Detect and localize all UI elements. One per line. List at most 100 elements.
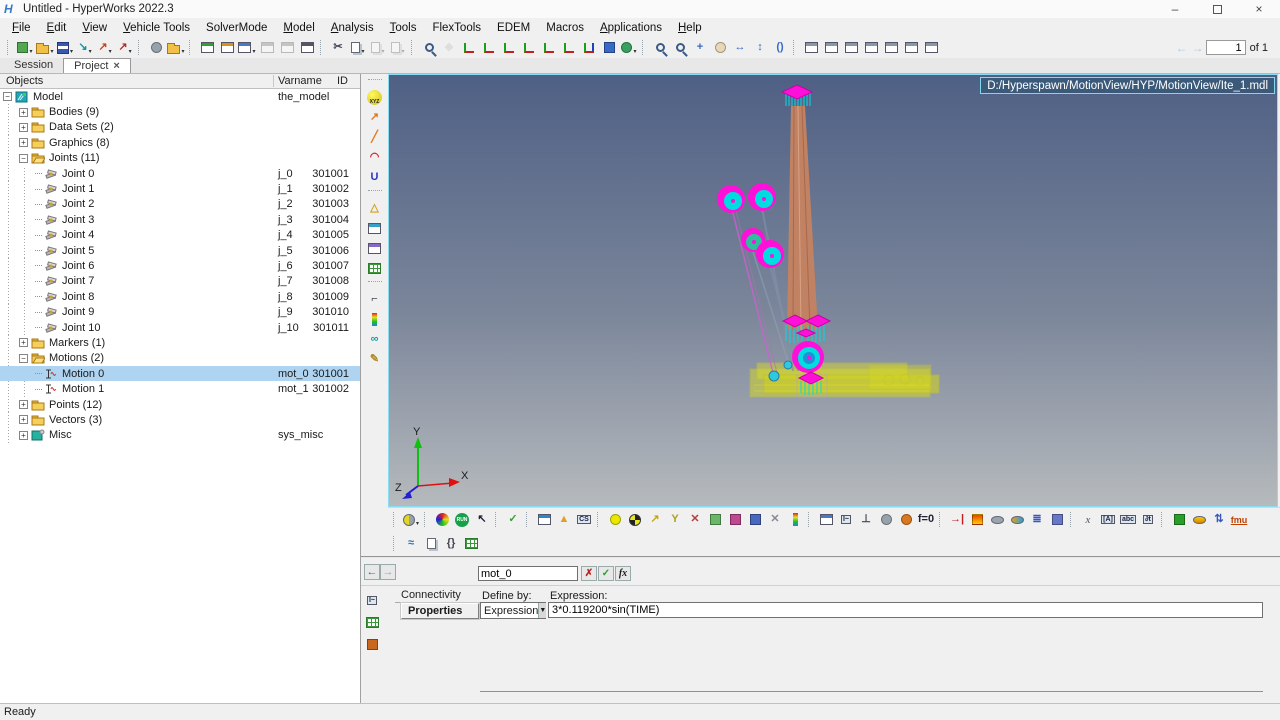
publish-ppt-icon-dropdown[interactable]: ▾ xyxy=(129,48,132,57)
tab-close-icon[interactable]: × xyxy=(113,60,119,72)
polyline-icon[interactable]: ╱ xyxy=(366,128,384,146)
close-window-icon[interactable] xyxy=(922,39,940,57)
copy-icon-dropdown[interactable]: ▾ xyxy=(361,48,364,57)
delete-page-icon[interactable] xyxy=(218,39,236,57)
next-page-icon[interactable]: → xyxy=(1192,41,1204,55)
run-solver-icon[interactable]: RUN xyxy=(453,511,471,529)
tree-item-label[interactable]: Points (12) xyxy=(49,399,102,411)
tree-item-label[interactable]: Vectors (3) xyxy=(49,414,102,426)
trace-icon[interactable]: →| xyxy=(948,511,966,529)
menu-item-edit[interactable]: Edit xyxy=(39,20,75,36)
tree-item-label[interactable]: Misc xyxy=(49,429,72,441)
vector-entity-icon[interactable]: ↗ xyxy=(646,511,664,529)
zoom-dynamic-icon[interactable] xyxy=(671,39,689,57)
tree-row[interactable]: −Modelthe_model xyxy=(0,89,361,104)
column-id[interactable]: ID xyxy=(337,75,348,87)
tree-item-label[interactable]: Graphics (8) xyxy=(49,137,110,149)
view-zx-icon[interactable] xyxy=(500,39,518,57)
export-icon-dropdown[interactable]: ▾ xyxy=(109,48,112,57)
tree-row[interactable]: Joint 9j_9301010 xyxy=(0,304,361,319)
prev-page-icon[interactable]: ← xyxy=(1176,41,1188,55)
mass-icon[interactable] xyxy=(988,511,1006,529)
stereo-glasses-icon[interactable]: ∞ xyxy=(366,330,384,348)
add-page-icon[interactable] xyxy=(198,39,216,57)
tree-item-label[interactable]: Bodies (9) xyxy=(49,106,99,118)
collapse-icon[interactable]: − xyxy=(19,154,28,163)
menu-item-applications[interactable]: Applications xyxy=(592,20,670,36)
play-icon[interactable] xyxy=(1170,511,1188,529)
open-session-icon-dropdown[interactable]: ▾ xyxy=(50,48,53,57)
tree-item-label[interactable]: Model xyxy=(33,91,63,103)
tree-row[interactable]: Joint 7j_7301008 xyxy=(0,274,361,289)
view-yx-icon[interactable] xyxy=(460,39,478,57)
vector-arrow-icon[interactable]: ↗ xyxy=(366,108,384,126)
tree-row[interactable]: +Vectors (3) xyxy=(0,412,361,427)
timer-icon[interactable] xyxy=(897,511,915,529)
fmu-icon[interactable]: fmu xyxy=(1230,511,1248,529)
tree-item-label[interactable]: Joint 1 xyxy=(62,183,94,195)
shaded-display-icon-dropdown[interactable]: ▾ xyxy=(416,520,419,529)
minimize-button[interactable]: – xyxy=(1154,0,1196,18)
inertia-icon[interactable] xyxy=(1008,511,1026,529)
cut-icon[interactable]: ✂ xyxy=(329,39,347,57)
tree-row[interactable]: Motion 0mot_0301001 xyxy=(0,366,361,381)
deformed-shape-icon[interactable] xyxy=(817,511,835,529)
tree-item-label[interactable]: Motion 0 xyxy=(62,368,104,380)
tree-row[interactable]: Joint 2j_2301003 xyxy=(0,197,361,212)
tree-item-label[interactable]: Joint 10 xyxy=(62,322,101,334)
expression-builder-button[interactable]: fx xyxy=(615,566,631,581)
spring-icon[interactable]: ≣ xyxy=(1028,511,1046,529)
tree-item-label[interactable]: Joint 3 xyxy=(62,214,94,226)
cascade-window-icon[interactable] xyxy=(842,39,860,57)
new-session-icon-dropdown[interactable]: ▾ xyxy=(29,48,32,57)
tree-row[interactable]: Joint 3j_3301004 xyxy=(0,212,361,227)
tab-session[interactable]: Session xyxy=(4,58,63,73)
legend-icon[interactable] xyxy=(968,511,986,529)
view-iso-icon[interactable] xyxy=(580,39,598,57)
marker-entity-icon[interactable]: ✕ xyxy=(686,511,704,529)
paste-special-icon-dropdown[interactable]: ▾ xyxy=(401,48,404,57)
delete-window-icon[interactable] xyxy=(902,39,920,57)
copy-icon[interactable]: ▾ xyxy=(349,39,367,57)
tree-item-label[interactable]: Joint 0 xyxy=(62,168,94,180)
cs-view-icon[interactable]: CS xyxy=(575,511,593,529)
tree-row[interactable]: Joint 8j_8301009 xyxy=(0,289,361,304)
table-grid-icon[interactable] xyxy=(462,535,480,553)
maximize-button[interactable] xyxy=(1196,0,1238,18)
expand-icon[interactable]: + xyxy=(19,123,28,132)
implicit-graphic-icon[interactable]: ✕ xyxy=(766,511,784,529)
panel-forward-button[interactable]: → xyxy=(380,564,396,580)
expand-window-icon[interactable] xyxy=(278,39,296,57)
open-session-icon[interactable]: ▾ xyxy=(36,39,54,57)
new-session-icon[interactable]: ▾ xyxy=(16,39,34,57)
image-tool-icon[interactable] xyxy=(363,635,381,653)
tree-item-label[interactable]: Joint 5 xyxy=(62,245,94,257)
collapse-icon[interactable]: − xyxy=(3,92,12,101)
vehicle-icon[interactable] xyxy=(1190,511,1208,529)
menu-item-vehicle-tools[interactable]: Vehicle Tools xyxy=(115,20,198,36)
tree-item-label[interactable]: Motions (2) xyxy=(49,352,104,364)
tree-item-label[interactable]: Joint 6 xyxy=(62,260,94,272)
varname-input[interactable] xyxy=(478,566,578,581)
saved-views-icon-dropdown[interactable]: ▾ xyxy=(633,48,636,57)
zoom-in-icon[interactable] xyxy=(651,39,669,57)
entity-display-icon[interactable] xyxy=(366,259,384,277)
add-window-icon[interactable] xyxy=(802,39,820,57)
translate-v-icon[interactable]: ↕ xyxy=(751,39,769,57)
render-options-icon[interactable] xyxy=(366,219,384,237)
tree-row[interactable]: +Points (12) xyxy=(0,397,361,412)
translate-h-icon[interactable]: ↔ xyxy=(731,39,749,57)
tab-connectivity[interactable]: Connectivity xyxy=(395,589,479,603)
chevron-down-icon[interactable]: ▼ xyxy=(538,603,546,618)
triad-entity-icon[interactable]: Y xyxy=(666,511,684,529)
io-arrows-icon[interactable]: ⇅ xyxy=(1210,511,1228,529)
menu-item-flextools[interactable]: FlexTools xyxy=(424,20,489,36)
import-icon[interactable]: ↘▾ xyxy=(76,39,94,57)
gear-icon[interactable] xyxy=(877,511,895,529)
bushing-icon[interactable] xyxy=(1048,511,1066,529)
report-icon[interactable] xyxy=(535,511,553,529)
expand-icon[interactable]: + xyxy=(19,431,28,440)
menu-item-view[interactable]: View xyxy=(74,20,115,36)
back-view-icon[interactable]: ◆ xyxy=(440,39,458,57)
plot-curves-icon[interactable]: ≈ xyxy=(402,535,420,553)
